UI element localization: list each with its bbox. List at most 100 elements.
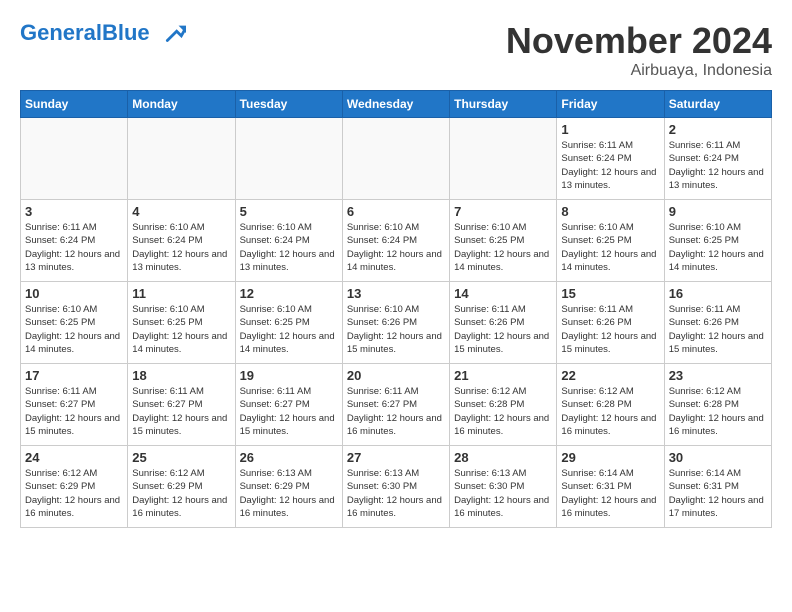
day-number: 24 (25, 450, 123, 465)
calendar-cell: 12 Sunrise: 6:10 AM Sunset: 6:25 PM Dayli… (235, 282, 342, 364)
day-number: 30 (669, 450, 767, 465)
logo: GeneralBlue (20, 20, 186, 48)
calendar-cell: 19Sunrise: 6:11 AM Sunset: 6:27 PM Dayli… (235, 364, 342, 446)
calendar-cell: 17 Sunrise: 6:11 AM Sunset: 6:27 PM Dayli… (21, 364, 128, 446)
calendar-cell: 4 Sunrise: 6:10 AM Sunset: 6:24 PM Daylig… (128, 200, 235, 282)
day-info: Sunrise: 6:11 AM Sunset: 6:26 PM Dayligh… (561, 303, 659, 356)
day-info: Sunrise: 6:12 AM Sunset: 6:28 PM Dayligh… (454, 385, 552, 438)
calendar-header-tuesday: Tuesday (235, 91, 342, 118)
calendar-cell: 3Sunrise: 6:11 AM Sunset: 6:24 PM Daylig… (21, 200, 128, 282)
calendar-cell: 23Sunrise: 6:12 AM Sunset: 6:28 PM Dayli… (664, 364, 771, 446)
day-info: Sunrise: 6:11 AM Sunset: 6:26 PM Dayligh… (669, 303, 767, 356)
calendar-cell: 5 Sunrise: 6:10 AM Sunset: 6:24 PM Daylig… (235, 200, 342, 282)
day-number: 10 (25, 286, 123, 301)
day-info: Sunrise: 6:14 AM Sunset: 6:31 PM Dayligh… (561, 467, 659, 520)
day-info: Sunrise: 6:11 AM Sunset: 6:27 PM Dayligh… (347, 385, 445, 438)
day-info: Sunrise: 6:14 AM Sunset: 6:31 PM Dayligh… (669, 467, 767, 520)
calendar-cell: 24 Sunrise: 6:12 AM Sunset: 6:29 PM Dayli… (21, 446, 128, 528)
day-info: Sunrise: 6:12 AM Sunset: 6:28 PM Dayligh… (561, 385, 659, 438)
day-number: 29 (561, 450, 659, 465)
logo-text: GeneralBlue (20, 20, 186, 48)
day-number: 13 (347, 286, 445, 301)
day-number: 28 (454, 450, 552, 465)
calendar-header-monday: Monday (128, 91, 235, 118)
calendar-week-row-2: 3Sunrise: 6:11 AM Sunset: 6:24 PM Daylig… (21, 200, 772, 282)
calendar-table: SundayMondayTuesdayWednesdayThursdayFrid… (20, 90, 772, 528)
day-info: Sunrise: 6:11 AM Sunset: 6:24 PM Dayligh… (669, 139, 767, 192)
day-number: 3 (25, 204, 123, 219)
day-info: Sunrise: 6:10 AM Sunset: 6:26 PM Dayligh… (347, 303, 445, 356)
day-number: 19 (240, 368, 338, 383)
day-number: 8 (561, 204, 659, 219)
day-info: Sunrise: 6:10 AM Sunset: 6:24 PM Dayligh… (347, 221, 445, 274)
day-info: Sunrise: 6:13 AM Sunset: 6:29 PM Dayligh… (240, 467, 338, 520)
calendar-cell: 25 Sunrise: 6:12 AM Sunset: 6:29 PM Dayli… (128, 446, 235, 528)
calendar-cell (450, 118, 557, 200)
day-info: Sunrise: 6:13 AM Sunset: 6:30 PM Dayligh… (454, 467, 552, 520)
calendar-cell: 8 Sunrise: 6:10 AM Sunset: 6:25 PM Daylig… (557, 200, 664, 282)
day-number: 2 (669, 122, 767, 137)
logo-icon (158, 20, 186, 48)
calendar-header-sunday: Sunday (21, 91, 128, 118)
calendar-header-wednesday: Wednesday (342, 91, 449, 118)
calendar-week-row-1: 1 Sunrise: 6:11 AM Sunset: 6:24 PM Daylig… (21, 118, 772, 200)
calendar-header-thursday: Thursday (450, 91, 557, 118)
page-header: GeneralBlue November 2024 Airbuaya, Indo… (20, 20, 772, 80)
day-number: 9 (669, 204, 767, 219)
day-number: 7 (454, 204, 552, 219)
day-number: 5 (240, 204, 338, 219)
day-info: Sunrise: 6:11 AM Sunset: 6:27 PM Dayligh… (132, 385, 230, 438)
day-info: Sunrise: 6:11 AM Sunset: 6:26 PM Dayligh… (454, 303, 552, 356)
calendar-week-row-5: 24 Sunrise: 6:12 AM Sunset: 6:29 PM Dayli… (21, 446, 772, 528)
calendar-cell: 20 Sunrise: 6:11 AM Sunset: 6:27 PM Dayli… (342, 364, 449, 446)
day-info: Sunrise: 6:11 AM Sunset: 6:27 PM Dayligh… (25, 385, 123, 438)
day-number: 18 (132, 368, 230, 383)
day-info: Sunrise: 6:10 AM Sunset: 6:25 PM Dayligh… (25, 303, 123, 356)
calendar-header-saturday: Saturday (664, 91, 771, 118)
calendar-week-row-3: 10 Sunrise: 6:10 AM Sunset: 6:25 PM Dayli… (21, 282, 772, 364)
calendar-cell: 21 Sunrise: 6:12 AM Sunset: 6:28 PM Dayli… (450, 364, 557, 446)
day-info: Sunrise: 6:10 AM Sunset: 6:25 PM Dayligh… (561, 221, 659, 274)
day-number: 1 (561, 122, 659, 137)
day-info: Sunrise: 6:12 AM Sunset: 6:29 PM Dayligh… (132, 467, 230, 520)
day-number: 11 (132, 286, 230, 301)
day-info: Sunrise: 6:10 AM Sunset: 6:25 PM Dayligh… (240, 303, 338, 356)
day-number: 22 (561, 368, 659, 383)
day-info: Sunrise: 6:12 AM Sunset: 6:28 PM Dayligh… (669, 385, 767, 438)
day-number: 25 (132, 450, 230, 465)
day-info: Sunrise: 6:11 AM Sunset: 6:24 PM Dayligh… (561, 139, 659, 192)
calendar-cell: 7 Sunrise: 6:10 AM Sunset: 6:25 PM Daylig… (450, 200, 557, 282)
day-info: Sunrise: 6:10 AM Sunset: 6:25 PM Dayligh… (669, 221, 767, 274)
day-number: 17 (25, 368, 123, 383)
day-number: 16 (669, 286, 767, 301)
title-block: November 2024 Airbuaya, Indonesia (506, 20, 772, 80)
day-number: 26 (240, 450, 338, 465)
calendar-cell: 16 Sunrise: 6:11 AM Sunset: 6:26 PM Dayli… (664, 282, 771, 364)
calendar-cell: 14Sunrise: 6:11 AM Sunset: 6:26 PM Dayli… (450, 282, 557, 364)
calendar-cell (128, 118, 235, 200)
day-info: Sunrise: 6:12 AM Sunset: 6:29 PM Dayligh… (25, 467, 123, 520)
calendar-cell: 11Sunrise: 6:10 AM Sunset: 6:25 PM Dayli… (128, 282, 235, 364)
logo-general: General (20, 20, 102, 45)
month-title: November 2024 (506, 20, 772, 62)
calendar-cell: 13 Sunrise: 6:10 AM Sunset: 6:26 PM Dayli… (342, 282, 449, 364)
day-info: Sunrise: 6:10 AM Sunset: 6:25 PM Dayligh… (454, 221, 552, 274)
calendar-cell (342, 118, 449, 200)
day-number: 21 (454, 368, 552, 383)
calendar-cell: 29 Sunrise: 6:14 AM Sunset: 6:31 PM Dayli… (557, 446, 664, 528)
calendar-cell: 9 Sunrise: 6:10 AM Sunset: 6:25 PM Daylig… (664, 200, 771, 282)
day-info: Sunrise: 6:10 AM Sunset: 6:24 PM Dayligh… (240, 221, 338, 274)
day-number: 4 (132, 204, 230, 219)
calendar-cell: 1 Sunrise: 6:11 AM Sunset: 6:24 PM Daylig… (557, 118, 664, 200)
calendar-cell: 15Sunrise: 6:11 AM Sunset: 6:26 PM Dayli… (557, 282, 664, 364)
location-subtitle: Airbuaya, Indonesia (506, 62, 772, 80)
day-number: 6 (347, 204, 445, 219)
calendar-cell: 2 Sunrise: 6:11 AM Sunset: 6:24 PM Daylig… (664, 118, 771, 200)
day-info: Sunrise: 6:10 AM Sunset: 6:24 PM Dayligh… (132, 221, 230, 274)
day-number: 12 (240, 286, 338, 301)
day-number: 20 (347, 368, 445, 383)
calendar-cell: 6 Sunrise: 6:10 AM Sunset: 6:24 PM Daylig… (342, 200, 449, 282)
logo-blue: Blue (102, 20, 150, 45)
calendar-cell: 28 Sunrise: 6:13 AM Sunset: 6:30 PM Dayli… (450, 446, 557, 528)
calendar-week-row-4: 17 Sunrise: 6:11 AM Sunset: 6:27 PM Dayli… (21, 364, 772, 446)
